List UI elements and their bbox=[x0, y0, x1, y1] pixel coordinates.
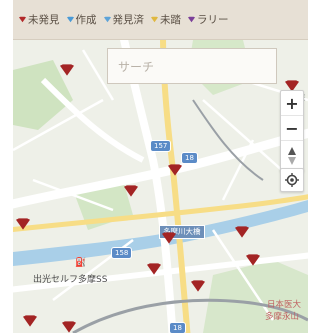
map-marker[interactable] bbox=[62, 321, 76, 333]
legend-label: 作成 bbox=[75, 14, 97, 26]
legend-item-created: 作成 bbox=[66, 12, 97, 27]
locate-button[interactable] bbox=[280, 168, 304, 192]
gem-icon bbox=[246, 254, 260, 266]
map-marker[interactable] bbox=[191, 280, 205, 292]
gem-icon bbox=[188, 16, 195, 23]
gem-icon bbox=[168, 164, 182, 176]
place-label: 多摩永山 bbox=[265, 312, 300, 322]
map-marker[interactable] bbox=[162, 232, 176, 244]
place-label: 日本医大 bbox=[267, 300, 302, 310]
gem-icon bbox=[191, 280, 205, 292]
gem-icon bbox=[147, 263, 161, 275]
map-marker[interactable] bbox=[16, 218, 30, 230]
legend-item-undiscovered: 未発見 bbox=[19, 12, 60, 27]
gem-icon bbox=[66, 16, 74, 23]
search-input[interactable]: サーチ bbox=[107, 48, 277, 84]
route-badge: 158 bbox=[111, 247, 133, 259]
map-marker[interactable] bbox=[235, 226, 249, 238]
app-frame: 未発見 作成 発見済 未踏 ラリー 157 18 158 18 多摩川大橋 出光… bbox=[0, 0, 321, 333]
zoom-in-button[interactable]: + bbox=[281, 91, 303, 116]
legend-label: ラリー bbox=[197, 14, 229, 26]
route-badge: 18 bbox=[181, 152, 198, 164]
gem-icon bbox=[16, 218, 30, 230]
map-marker[interactable] bbox=[60, 64, 74, 76]
gem-icon bbox=[60, 64, 74, 76]
gem-icon bbox=[62, 321, 76, 333]
gem-icon bbox=[19, 16, 26, 23]
compass-icon bbox=[288, 147, 296, 165]
legend-item-rally: ラリー bbox=[188, 12, 229, 27]
gem-icon bbox=[103, 16, 111, 23]
legend-item-untraveled: 未踏 bbox=[151, 12, 181, 27]
gem-icon bbox=[23, 315, 37, 327]
compass-button[interactable] bbox=[281, 141, 303, 171]
legend-label: 未踏 bbox=[160, 14, 181, 26]
map-marker[interactable] bbox=[23, 315, 37, 327]
gas-station-label: 出光セルフ多摩SS bbox=[33, 275, 108, 285]
map-view[interactable]: 多摩 157 18 158 18 多摩川大橋 出光セルフ多摩SS ⛽ 日本医大 … bbox=[13, 40, 308, 333]
legend-label: 未発見 bbox=[28, 14, 60, 26]
route-badge: 18 bbox=[169, 322, 186, 333]
locate-icon bbox=[285, 173, 299, 187]
route-badge: 157 bbox=[150, 140, 172, 152]
legend-item-discovered: 発見済 bbox=[103, 12, 145, 27]
gem-icon bbox=[124, 185, 138, 197]
map-marker[interactable] bbox=[147, 263, 161, 275]
legend-bar: 未発見 作成 発見済 未踏 ラリー bbox=[13, 0, 308, 40]
gem-icon bbox=[162, 232, 176, 244]
fuel-icon: ⛽ bbox=[75, 258, 87, 268]
map-marker[interactable] bbox=[168, 164, 182, 176]
map-marker[interactable] bbox=[124, 185, 138, 197]
map-marker[interactable] bbox=[246, 254, 260, 266]
legend-label: 発見済 bbox=[112, 14, 145, 26]
search-placeholder: サーチ bbox=[118, 60, 155, 74]
map-controls: + − bbox=[280, 90, 304, 172]
gem-icon bbox=[151, 16, 158, 23]
zoom-out-button[interactable]: − bbox=[281, 116, 303, 141]
gem-icon bbox=[235, 226, 249, 238]
